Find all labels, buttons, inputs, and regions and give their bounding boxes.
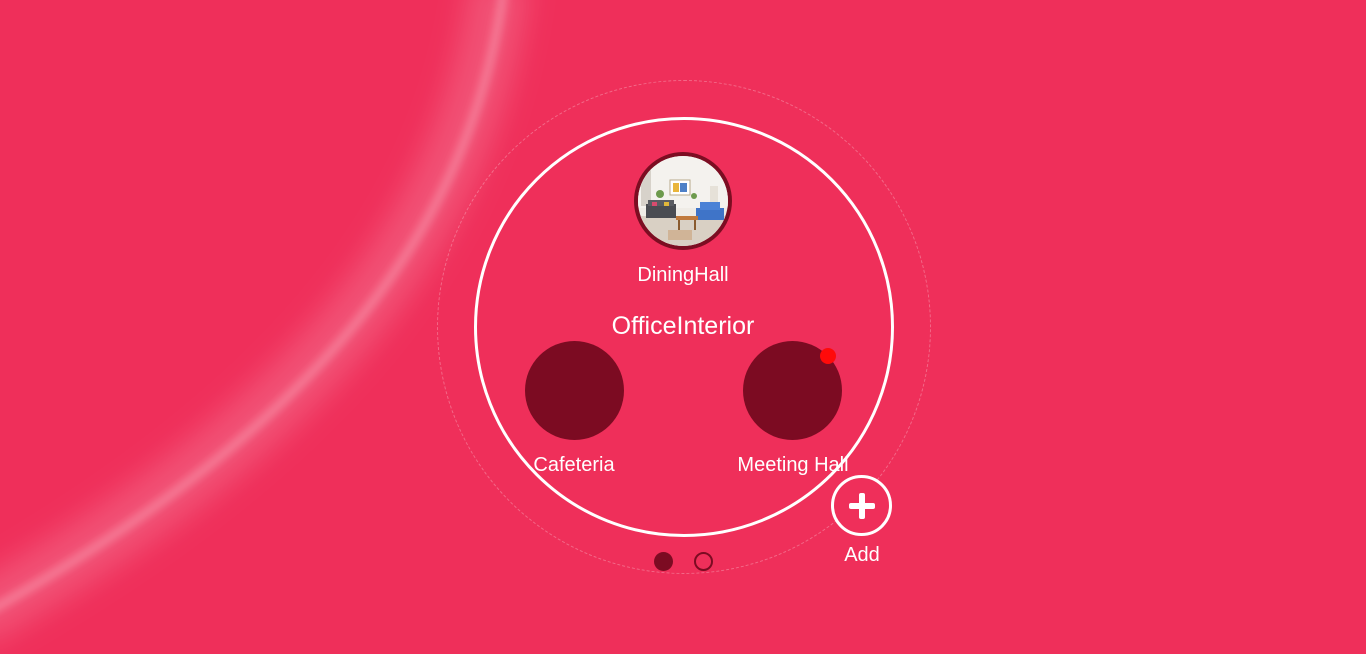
plus-icon <box>848 492 875 519</box>
add-room-label[interactable]: Add <box>822 544 902 567</box>
add-room-button[interactable] <box>831 475 892 536</box>
notification-dot-icon <box>820 348 836 364</box>
app-screen: DiningHall OfficeInterior Cafeteria Meet… <box>0 0 1366 654</box>
pager-dot-page-1[interactable] <box>654 552 673 571</box>
dininghall-thumbnail-image <box>638 156 728 246</box>
room-label-cafeteria[interactable]: Cafeteria <box>514 454 634 477</box>
room-label-meeting-hall[interactable]: Meeting Hall <box>713 454 873 477</box>
hub-title: OfficeInterior <box>611 312 755 340</box>
room-dininghall-photo[interactable] <box>634 152 732 250</box>
pager-dot-page-2[interactable] <box>694 552 713 571</box>
room-cafeteria-thumbnail[interactable] <box>525 341 624 440</box>
room-label-dininghall[interactable]: DiningHall <box>600 264 766 287</box>
